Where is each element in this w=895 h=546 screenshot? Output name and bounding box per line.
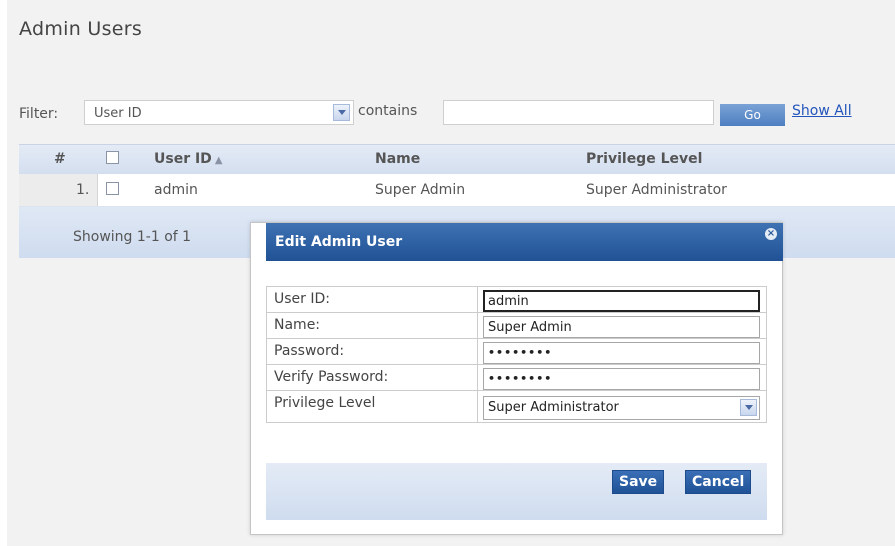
- form-row-name: Name: Super Admin: [265, 312, 767, 339]
- edit-admin-user-dialog: Edit Admin User × User ID: admin Name: S…: [250, 222, 783, 535]
- dialog-title: Edit Admin User: [275, 234, 403, 250]
- password-label-cell: Password:: [265, 338, 479, 365]
- verify-password-label: Verify Password:: [274, 369, 389, 385]
- column-header-privilege-level[interactable]: Privilege Level: [586, 151, 702, 167]
- name-field-cell: Super Admin: [477, 312, 767, 339]
- edit-user-form: User ID: admin Name: Super Admin Passwor…: [265, 286, 767, 423]
- cell-name: Super Admin: [375, 182, 466, 198]
- name-input[interactable]: Super Admin: [483, 316, 761, 338]
- filter-field-select[interactable]: User ID: [84, 100, 354, 125]
- chevron-down-icon[interactable]: [333, 104, 350, 121]
- row-number-cell: 1.: [19, 174, 98, 206]
- user-id-field-cell: admin: [477, 286, 767, 313]
- filter-operator-label: contains: [358, 103, 418, 119]
- filter-value-input[interactable]: [443, 100, 714, 125]
- form-row-user-id: User ID: admin: [265, 286, 767, 313]
- save-button[interactable]: Save: [612, 470, 665, 494]
- verify-password-label-cell: Verify Password:: [265, 364, 479, 391]
- column-header-user-id[interactable]: User ID ▲: [154, 151, 223, 167]
- column-header-user-id-label: User ID: [154, 151, 212, 167]
- form-row-privilege-level: Privilege Level Super Administrator: [265, 390, 767, 423]
- user-id-label-cell: User ID:: [265, 286, 479, 313]
- cell-user-id: admin: [154, 182, 198, 198]
- privilege-level-field-cell: Super Administrator: [477, 390, 767, 423]
- filter-field-value: User ID: [94, 106, 142, 121]
- password-label: Password:: [274, 343, 345, 359]
- go-button[interactable]: Go: [720, 104, 785, 126]
- user-id-input[interactable]: admin: [483, 290, 761, 312]
- privilege-level-select[interactable]: Super Administrator: [483, 396, 761, 420]
- row-number: 1.: [76, 182, 90, 198]
- select-all-checkbox[interactable]: [106, 151, 119, 164]
- privilege-level-label: Privilege Level: [274, 395, 376, 411]
- password-field-cell: ••••••••: [477, 338, 767, 365]
- privilege-level-label-cell: Privilege Level: [265, 390, 479, 423]
- dialog-footer: Save Cancel: [266, 463, 767, 520]
- cancel-button[interactable]: Cancel: [685, 470, 752, 494]
- filter-label: Filter:: [19, 106, 59, 122]
- table-header: # User ID ▲ Name Privilege Level: [19, 144, 895, 174]
- privilege-level-value: Super Administrator: [488, 400, 619, 415]
- chevron-down-icon[interactable]: [740, 399, 758, 416]
- sort-ascending-icon: ▲: [214, 155, 223, 166]
- name-label: Name:: [274, 317, 321, 333]
- verify-password-field-cell: ••••••••: [477, 364, 767, 391]
- column-header-name[interactable]: Name: [375, 151, 420, 167]
- table-row[interactable]: 1. admin Super Admin Super Administrator: [19, 174, 895, 207]
- page-title: Admin Users: [19, 18, 143, 40]
- password-input[interactable]: ••••••••: [483, 342, 761, 364]
- close-icon[interactable]: ×: [765, 228, 777, 240]
- cell-privilege-level: Super Administrator: [586, 182, 727, 198]
- form-row-verify-password: Verify Password: ••••••••: [265, 364, 767, 391]
- row-checkbox[interactable]: [106, 182, 119, 195]
- form-row-password: Password: ••••••••: [265, 338, 767, 365]
- show-all-link[interactable]: Show All: [792, 103, 852, 119]
- pagination-status: Showing 1-1 of 1: [73, 229, 192, 245]
- name-label-cell: Name:: [265, 312, 479, 339]
- user-id-label: User ID:: [274, 291, 330, 307]
- column-header-number: #: [54, 151, 66, 167]
- dialog-header[interactable]: Edit Admin User ×: [266, 223, 783, 261]
- verify-password-input[interactable]: ••••••••: [483, 368, 761, 390]
